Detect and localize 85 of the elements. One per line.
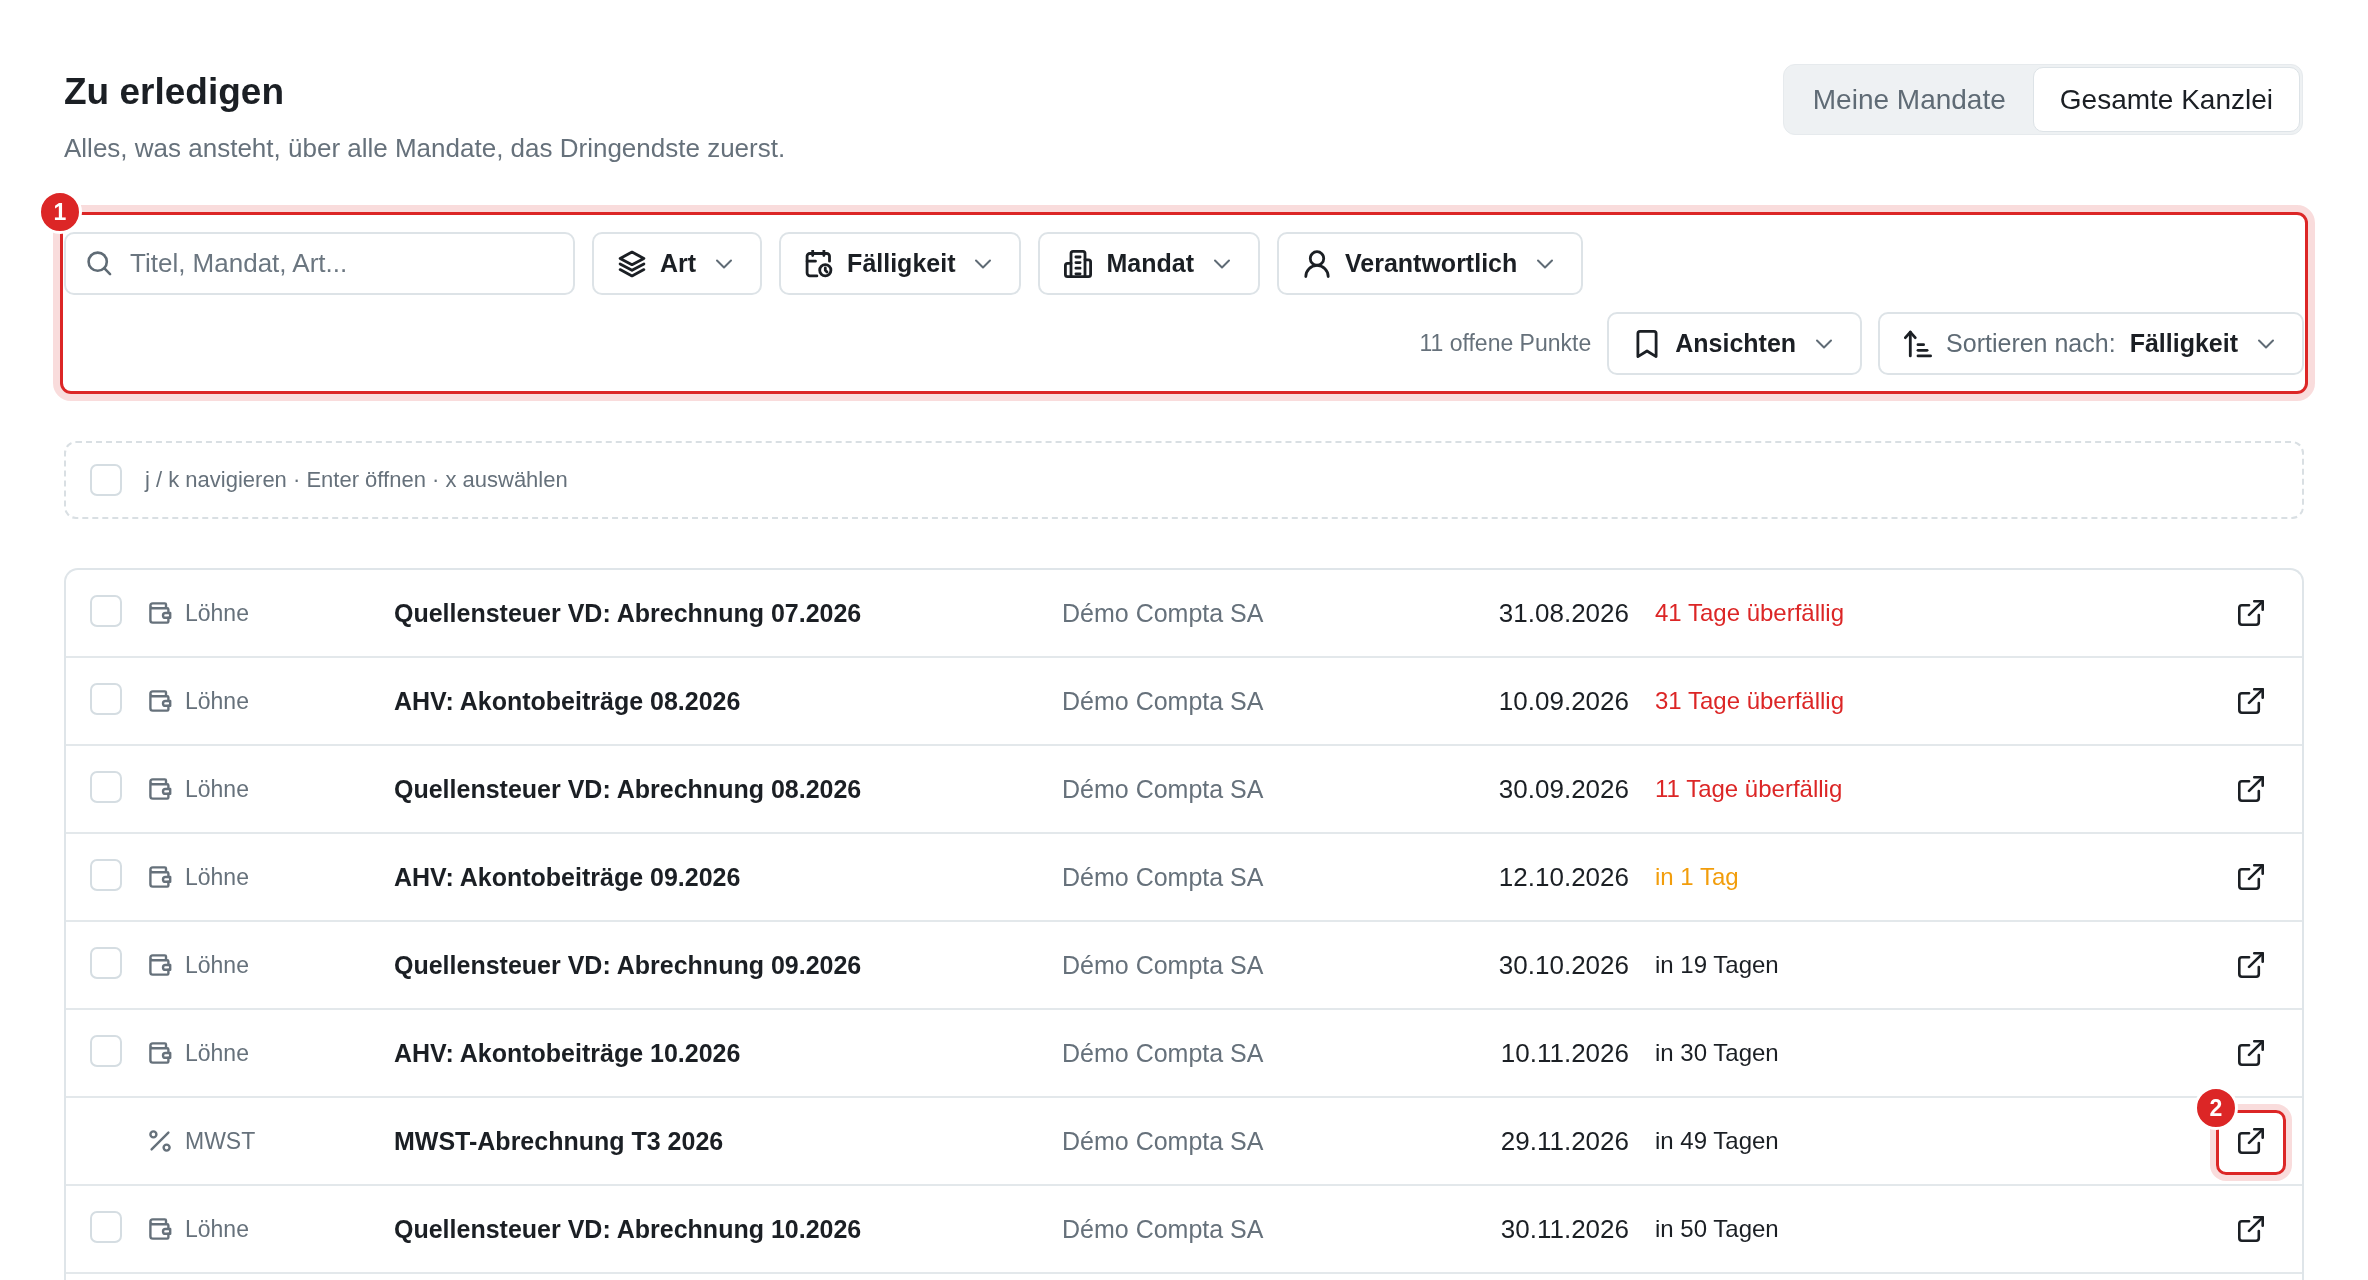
row-checkbox[interactable]: [90, 1035, 122, 1067]
filter-dropdown[interactable]: Mandat: [1038, 232, 1260, 295]
due-status: in 1 Tag: [1655, 863, 1739, 891]
category-label: Löhne: [185, 951, 249, 979]
segment-tab[interactable]: Meine Mandate: [1785, 67, 2033, 132]
external-link-icon: [2238, 600, 2264, 626]
category-label: Löhne: [185, 1215, 249, 1243]
task-title: MWST-Abrechnung T3 2026: [394, 1126, 725, 1156]
task-title: AHV: Akontobeiträge 10.2026: [394, 1038, 742, 1068]
external-link-icon: [2238, 1128, 2264, 1154]
percent-icon: [148, 1129, 172, 1153]
external-link-icon: [2238, 688, 2264, 714]
due-date: 30.11.2026: [1500, 1213, 1629, 1245]
task-title: Quellensteuer VD: Abrechnung 10.2026: [394, 1214, 863, 1244]
due-date: 29.11.2026: [1500, 1125, 1629, 1157]
due-status: in 49 Tagen: [1655, 1127, 1779, 1155]
task-title: AHV: Akontobeiträge 08.2026: [394, 686, 742, 716]
item-count: 11 offene Punkte: [1419, 330, 1592, 357]
row-checkbox[interactable]: [90, 771, 122, 803]
client-name: Démo Compta SA: [1062, 598, 1265, 628]
client-name: Démo Compta SA: [1062, 1214, 1265, 1244]
wallet-icon: [148, 953, 172, 977]
task-title: Quellensteuer VD: Abrechnung 08.2026: [394, 774, 863, 804]
task-title: AHV: Akontobeiträge 09.2026: [394, 862, 742, 892]
row-checkbox[interactable]: [90, 1211, 122, 1243]
row-checkbox[interactable]: [90, 859, 122, 891]
due-date: 30.09.2026: [1498, 773, 1629, 805]
calendar-clock-icon: [805, 249, 834, 278]
filter-dropdown[interactable]: Verantwortlich: [1277, 232, 1584, 295]
client-name: Démo Compta SA: [1062, 1126, 1265, 1156]
wallet-icon: [148, 777, 172, 801]
due-status: in 50 Tagen: [1655, 1215, 1779, 1243]
search-icon: [86, 250, 112, 276]
external-link-icon: [2238, 864, 2264, 890]
due-status: 41 Tage überfällig: [1655, 599, 1845, 627]
views-dropdown[interactable]: Ansichten: [1607, 312, 1863, 375]
callout-badge: 2: [2194, 1086, 2238, 1130]
client-name: Démo Compta SA: [1062, 950, 1265, 980]
category-label: Löhne: [185, 599, 249, 627]
wallet-icon: [148, 1041, 172, 1065]
client-name: Démo Compta SA: [1062, 862, 1265, 892]
wallet-icon: [148, 865, 172, 889]
due-status: 11 Tage überfällig: [1655, 775, 1843, 803]
due-date: 30.10.2026: [1498, 949, 1629, 981]
building-icon: [1064, 249, 1093, 278]
callout-badge: 1: [38, 190, 82, 234]
segment-tab[interactable]: Gesamte Kanzlei: [2032, 67, 2300, 132]
row-checkbox[interactable]: [90, 947, 122, 979]
client-name: Démo Compta SA: [1062, 686, 1265, 716]
client-name: Démo Compta SA: [1062, 774, 1265, 804]
task-title: Quellensteuer VD: Abrechnung 07.2026: [394, 598, 863, 628]
category-label: MWST: [185, 1127, 256, 1155]
category-label: Löhne: [185, 863, 249, 891]
wallet-icon: [148, 1217, 172, 1241]
layers-icon: [618, 249, 646, 278]
due-date: 12.10.2026: [1498, 861, 1629, 893]
due-status: in 30 Tagen: [1655, 1039, 1779, 1067]
category-label: Löhne: [185, 775, 249, 803]
row-checkbox[interactable]: [90, 683, 122, 715]
external-link-icon: [2238, 1216, 2264, 1242]
external-link-icon: [2238, 952, 2264, 978]
external-link-icon: [2238, 776, 2264, 802]
due-date: 10.11.2026: [1500, 1037, 1629, 1069]
wallet-icon: [148, 689, 172, 713]
row-checkbox[interactable]: [90, 595, 122, 627]
person-icon: [1303, 249, 1331, 278]
due-status: 31 Tage überfällig: [1655, 687, 1845, 715]
category-label: Löhne: [185, 687, 249, 715]
sort-dropdown[interactable]: Sortieren nach: Fälligkeit: [1878, 312, 2304, 375]
category-label: Löhne: [185, 1039, 249, 1067]
filter-dropdown[interactable]: Art: [592, 232, 763, 295]
due-date: 31.08.2026: [1498, 597, 1629, 629]
search-field[interactable]: Titel, Mandat, Art...: [64, 232, 575, 295]
due-date: 10.09.2026: [1498, 685, 1629, 717]
filter-dropdown[interactable]: Fälligkeit: [779, 232, 1022, 295]
select-all-checkbox[interactable]: [90, 464, 122, 496]
page-subtitle: Alles, was ansteht, über alle Mandate, das Dringendste zuerst.: [64, 132, 786, 165]
keyboard-hint: j / k navigieren · Enter öffnen · x auswählen: [145, 467, 568, 493]
external-link-icon: [2238, 1040, 2264, 1066]
due-status: in 19 Tagen: [1655, 951, 1779, 979]
page-title: Zu erledigen: [64, 70, 285, 113]
sort-ascending-icon: [1904, 329, 1933, 358]
client-name: Démo Compta SA: [1062, 1038, 1265, 1068]
wallet-icon: [148, 601, 172, 625]
task-title: Quellensteuer VD: Abrechnung 09.2026: [394, 950, 863, 980]
